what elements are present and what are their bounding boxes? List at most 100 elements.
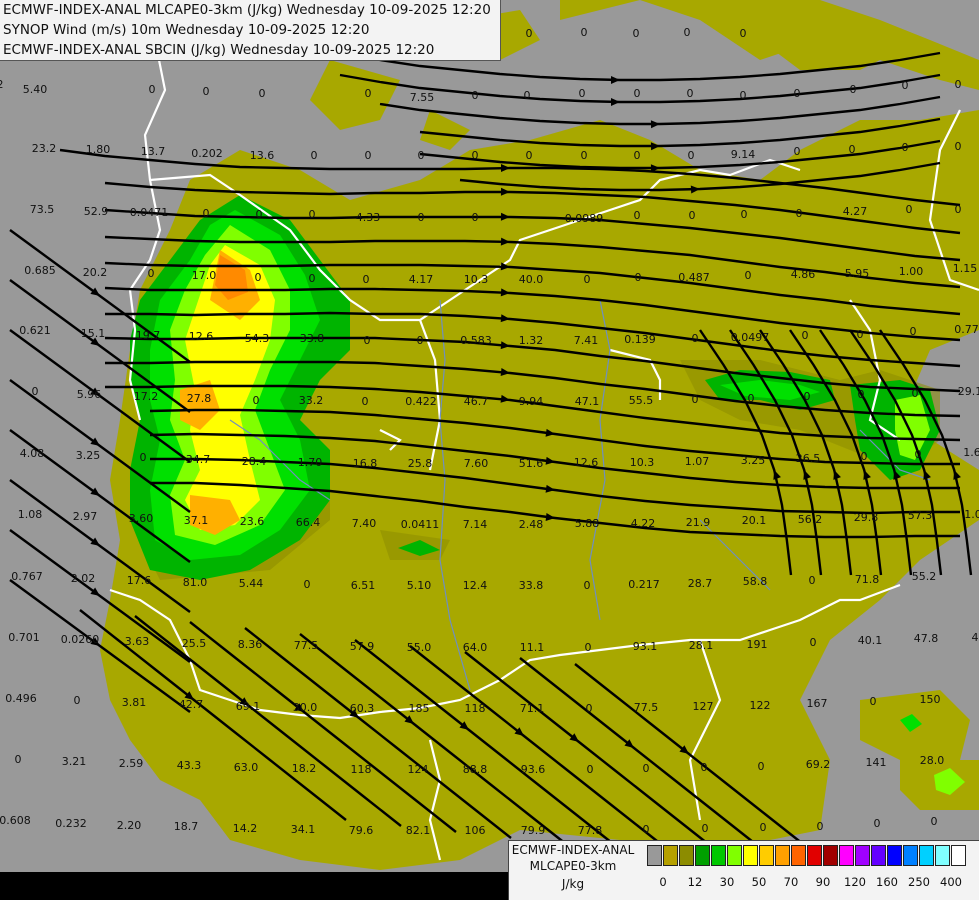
cape-value-label: 0.422 [405,395,437,408]
cape-value-label: 0 [633,27,640,40]
legend-swatch [791,845,806,866]
cape-value-label: 28.1 [689,639,714,652]
cape-value-label: 56.2 [798,513,823,526]
cape-value-label: 0 [581,26,588,39]
cape-value-label: 46.7 [464,395,489,408]
cape-value-label: 0 [472,211,479,224]
cape-value-label: 3.63 [125,635,150,648]
legend-swatch [871,845,886,866]
cape-value-label: 0 [634,87,641,100]
cape-value-label: 69.2 [806,758,831,771]
cape-value-label: 60.3 [350,702,375,715]
cape-value-label: 0 [857,328,864,341]
cape-value-label: 1.00 [899,265,924,278]
cape-value-label: 0 [140,451,147,464]
cape-value-label: 0 [955,140,962,153]
cape-value-label: 82.1 [406,824,431,837]
legend-swatch [935,845,950,866]
cape-value-label: 66.4 [296,516,321,529]
cape-value-label: 0 [365,149,372,162]
legend-swatch [759,845,774,866]
cape-value-label: 118 [351,763,372,776]
cape-value-label: 20.2 [83,266,108,279]
cape-value-label: 1.32 [519,334,544,347]
cape-value-label: 4.86 [791,268,816,281]
cape-value-label: 33.2 [299,394,324,407]
cape-value-label: 1.15 [953,262,978,275]
cape-value-label: 7.60 [464,457,489,470]
cape-value-label: 106 [465,824,486,837]
cape-value-label: 0 [874,817,881,830]
cape-value-label: 0 [810,636,817,649]
cape-value-label: 0 [809,574,816,587]
cape-value-label: 0 [817,820,824,833]
cape-value-label: 23.6 [240,515,265,528]
cape-value-label: 0 [472,89,479,102]
cape-value-label: 29.1 [958,385,979,398]
cape-value-label: 0.202 [191,147,223,160]
cape-value-label: 0 [910,325,917,338]
legend-swatch [855,845,870,866]
cape-value-label: 127 [693,700,714,713]
cape-value-label: 58.8 [743,575,768,588]
legend-swatch [679,845,694,866]
cape-value-label: 191 [747,638,768,651]
cape-value-label: 8.36 [238,638,263,651]
cape-value-label: 0.232 [55,817,87,830]
cape-value-label: 3.25 [741,454,766,467]
cape-value-label: 27.8 [187,392,212,405]
cape-value-label: 0 [748,392,755,405]
cape-value-label: 167 [807,697,828,710]
legend-tick-label: 12 [687,875,703,889]
cape-value-label: 3.25 [76,449,101,462]
cape-value-label: 0.0471 [130,206,169,219]
cape-value-label: 0 [692,332,699,345]
cape-value-label: 15.1 [81,327,106,340]
cape-value-label: 0.772 [954,323,979,336]
cape-value-label: 0 [634,209,641,222]
cape-value-label: 0.0989 [565,212,604,225]
cape-value-label: 4.22 [631,517,656,530]
legend-tick-label: 120 [844,875,866,889]
cape-value-label: 0 [581,149,588,162]
cape-value-label: 12.4 [463,579,488,592]
cape-value-label: 0 [745,269,752,282]
cape-value-label: 0 [804,390,811,403]
legend-swatch [951,845,966,866]
cape-value-label: 0 [15,753,22,766]
cape-value-label: 0 [364,334,371,347]
cape-value-label: 0 [148,267,155,280]
legend-swatch [839,845,854,866]
cape-value-label: 33.8 [519,579,544,592]
cape-value-label: 0.217 [628,578,660,591]
color-legend: ECMWF-INDEX-ANAL MLCAPE0-3km J/kg 0 12 30 5… [508,840,979,900]
cape-value-label: 0 [309,208,316,221]
cape-value-label: 2 [0,78,4,91]
cape-value-label: 77.5 [634,701,659,714]
cape-value-label: 0 [417,334,424,347]
cape-value-label: 118 [465,702,486,715]
cape-value-label: 63.0 [234,761,259,774]
cape-value-label: 0 [584,579,591,592]
cape-value-label: 0 [760,821,767,834]
cape-value-label: 79.6 [349,824,374,837]
cape-value-label: 17.6 [127,574,152,587]
cape-value-label: 0 [692,393,699,406]
cape-value-label: 17.0 [192,269,217,282]
legend-swatch [807,845,822,866]
cape-value-label: 5.88 [575,517,600,530]
cape-value-label: 0 [203,207,210,220]
cape-value-label: 0 [584,273,591,286]
cape-value-label: 9.14 [731,148,756,161]
legend-swatch [887,845,902,866]
legend-title-line1: ECMWF-INDEX-ANAL [511,843,635,857]
cape-value-label: 9.94 [519,395,544,408]
cape-value-label: 0 [758,760,765,773]
cape-value-label: 0 [955,78,962,91]
cape-value-label: 21.9 [686,516,711,529]
cape-value-label: 28.4 [242,455,267,468]
cape-value-label: 0 [931,815,938,828]
cape-value-label: 0 [740,27,747,40]
cape-value-label: 0.621 [19,324,51,337]
cape-value-label: 4.17 [409,273,434,286]
